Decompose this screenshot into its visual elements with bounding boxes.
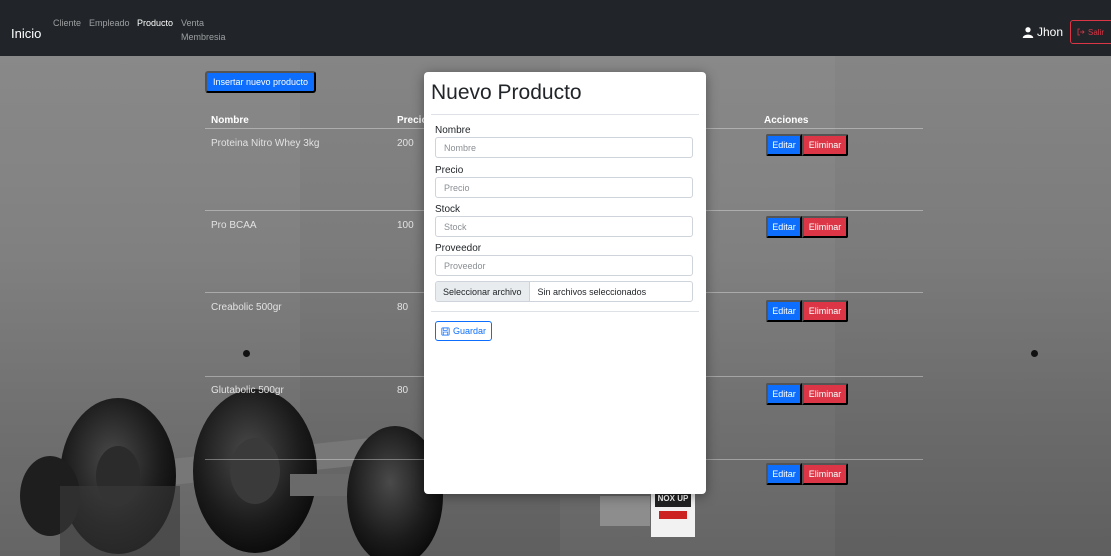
select-file-button[interactable]: Seleccionar archivo (436, 282, 530, 301)
row-1-edit-button[interactable]: Editar (766, 134, 802, 156)
nav-link-producto[interactable]: Producto (137, 18, 173, 28)
precio-input[interactable] (435, 177, 693, 198)
row-1-name: Proteina Nitro Whey 3kg (211, 138, 320, 149)
save-label: Guardar (452, 326, 487, 336)
stock-input[interactable] (435, 216, 693, 237)
nav-link-membresia[interactable]: Membresia (181, 32, 226, 42)
file-status: Sin archivos seleccionados (537, 286, 647, 297)
nav-link-empleado[interactable]: Empleado (89, 18, 130, 28)
row-5-delete-button[interactable]: Eliminar (802, 463, 848, 485)
nav-link-venta[interactable]: Venta (181, 18, 204, 28)
row-1-delete-button[interactable]: Eliminar (802, 134, 848, 156)
modal-body-divider (431, 311, 699, 312)
nombre-input[interactable] (435, 137, 693, 158)
user-icon (1022, 27, 1034, 38)
insert-product-button[interactable]: Insertar nuevo producto (205, 71, 316, 93)
row-2-name: Pro BCAA (211, 220, 257, 231)
new-product-modal: Nuevo Producto Nombre Precio Stock Prove… (424, 72, 706, 494)
row-4-delete-button[interactable]: Eliminar (802, 383, 848, 405)
row-3-delete-button[interactable]: Eliminar (802, 300, 848, 322)
proveedor-input[interactable] (435, 255, 693, 276)
brand-link[interactable]: Inicio (11, 26, 41, 41)
nombre-label: Nombre (435, 125, 471, 136)
row-2-edit-button[interactable]: Editar (766, 216, 802, 238)
row-3-price: 80 (397, 302, 409, 313)
row-5-edit-button[interactable]: Editar (766, 463, 802, 485)
save-button[interactable]: Guardar (435, 321, 492, 341)
top-navbar: Inicio Cliente Empleado Producto Venta M… (0, 0, 1111, 56)
row-3-name: Creabolic 500gr (211, 302, 282, 313)
logout-label: Salir (1088, 27, 1105, 37)
column-header-acciones: Acciones (764, 115, 809, 126)
column-header-nombre: Nombre (211, 115, 249, 126)
column-header-precio: Precio (397, 115, 428, 126)
row-4-price: 80 (397, 385, 409, 396)
modal-title: Nuevo Producto (431, 81, 582, 104)
row-4-name: Glutabolic 500gr (211, 385, 284, 396)
row-2-delete-button[interactable]: Eliminar (802, 216, 848, 238)
logout-button[interactable]: Salir (1070, 20, 1111, 44)
floppy-disk-icon (441, 326, 450, 336)
stock-label: Stock (435, 204, 461, 215)
row-1-price: 200 (397, 138, 414, 149)
modal-header-divider (431, 114, 699, 115)
row-2-price: 100 (397, 220, 414, 231)
row-3-edit-button[interactable]: Editar (766, 300, 802, 322)
user-menu[interactable]: Jhon (1022, 25, 1063, 39)
user-name: Jhon (1037, 25, 1064, 39)
precio-label: Precio (435, 165, 464, 176)
sign-out-icon (1077, 28, 1085, 36)
proveedor-label: Proveedor (435, 243, 482, 254)
file-input[interactable]: Seleccionar archivo Sin archivos selecci… (435, 281, 693, 302)
nav-link-cliente[interactable]: Cliente (53, 18, 81, 28)
product-thumbnail-stripe (659, 511, 687, 519)
row-4-edit-button[interactable]: Editar (766, 383, 802, 405)
